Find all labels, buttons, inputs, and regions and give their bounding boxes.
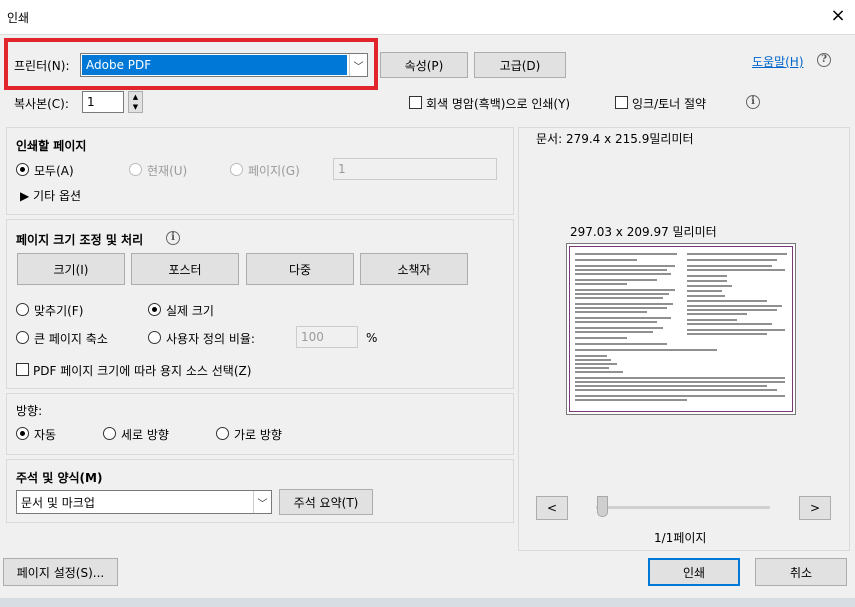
portrait-label: 세로 방향 — [121, 428, 169, 442]
chevron-down-icon[interactable]: ﹀ — [253, 491, 271, 513]
shrink-radio[interactable] — [16, 331, 29, 344]
printer-selected-value: Adobe PDF — [82, 55, 347, 75]
fit-radio[interactable] — [16, 303, 29, 316]
orientation-heading: 방향: — [16, 404, 43, 418]
advanced-button[interactable]: 고급(D) — [474, 52, 566, 78]
custom-scale-label: 사용자 정의 비율: — [166, 332, 255, 346]
scale-input[interactable]: 100 — [296, 326, 358, 348]
cancel-button[interactable]: 취소 — [755, 558, 847, 586]
save-ink-label: 잉크/토너 절약 — [632, 97, 707, 111]
landscape-label: 가로 방향 — [234, 428, 282, 442]
auto-orientation-label: 자동 — [34, 428, 57, 442]
current-page-radio[interactable] — [129, 163, 142, 176]
booklet-button[interactable]: 소책자 — [360, 253, 468, 285]
percent-label: % — [366, 331, 378, 345]
document-size-label: 문서: 279.4 x 215.9밀리미터 — [536, 132, 694, 146]
window-title: 인쇄 — [7, 11, 30, 25]
size-button[interactable]: 크기(I) — [17, 253, 125, 285]
paper-source-checkbox[interactable] — [16, 363, 29, 376]
window-bottom-edge — [0, 598, 855, 607]
summarize-comments-button[interactable]: 주석 요약(T) — [279, 489, 373, 515]
page-sizing-heading: 페이지 크기 조정 및 처리 — [16, 233, 144, 247]
properties-button[interactable]: 속성(P) — [380, 52, 468, 78]
pages-radio[interactable] — [230, 163, 243, 176]
print-button[interactable]: 인쇄 — [648, 558, 740, 586]
auto-orientation-radio[interactable] — [16, 427, 29, 440]
copies-stepper[interactable]: ▲ ▼ — [128, 91, 143, 113]
printer-select[interactable]: Adobe PDF ﹀ — [80, 53, 368, 77]
pages-range-input[interactable]: 1 — [333, 158, 497, 180]
comments-forms-value: 문서 및 마크업 — [21, 495, 95, 510]
all-pages-label: 모두(A) — [34, 164, 74, 178]
custom-scale-radio[interactable] — [148, 331, 161, 344]
pages-to-print-heading: 인쇄할 페이지 — [16, 139, 87, 153]
actual-size-label: 실제 크기 — [166, 304, 214, 318]
page-indicator: 1/1페이지 — [654, 531, 707, 545]
pages-label: 페이지(G) — [248, 164, 300, 178]
portrait-radio[interactable] — [103, 427, 116, 440]
paper-size-label: 297.03 x 209.97 밀리미터 — [570, 225, 717, 239]
grayscale-checkbox[interactable] — [409, 96, 422, 109]
info-icon[interactable]: i — [746, 95, 760, 109]
more-options-toggle[interactable]: ▶ 기타 옵션 — [20, 187, 81, 204]
paper-source-label: PDF 페이지 크기에 따라 용지 소스 선택(Z) — [33, 364, 252, 378]
orientation-panel — [6, 393, 514, 455]
grayscale-label: 회색 명암(흑백)으로 인쇄(Y) — [426, 97, 571, 111]
help-link[interactable]: 도움말(H) — [752, 53, 804, 70]
comments-forms-heading: 주석 및 양식(M) — [16, 471, 103, 485]
page-preview-content — [575, 253, 787, 401]
close-icon[interactable]: × — [826, 4, 850, 28]
previous-page-button[interactable]: < — [536, 496, 568, 520]
current-page-label: 현재(U) — [147, 164, 188, 178]
poster-button[interactable]: 포스터 — [131, 253, 239, 285]
multiple-button[interactable]: 다중 — [246, 253, 354, 285]
info-icon[interactable]: i — [166, 231, 180, 245]
title-bar: 인쇄 × — [0, 0, 855, 34]
page-setup-button[interactable]: 페이지 설정(S)... — [3, 558, 118, 586]
all-pages-radio[interactable] — [16, 163, 29, 176]
next-page-button[interactable]: > — [799, 496, 831, 520]
shrink-label: 큰 페이지 축소 — [34, 332, 108, 346]
save-ink-checkbox[interactable] — [615, 96, 628, 109]
printer-label: 프린터(N): — [14, 59, 70, 73]
help-icon[interactable]: ? — [817, 53, 831, 67]
actual-size-radio[interactable] — [148, 303, 161, 316]
landscape-radio[interactable] — [216, 427, 229, 440]
fit-label: 맞추기(F) — [34, 304, 84, 318]
chevron-down-icon[interactable]: ﹀ — [349, 54, 367, 76]
page-preview — [566, 243, 796, 415]
zoom-slider-track[interactable] — [596, 506, 770, 509]
copies-input[interactable]: 1 — [82, 91, 124, 113]
comments-forms-select[interactable]: 문서 및 마크업 ﹀ — [16, 490, 272, 514]
copies-label: 복사본(C): — [14, 97, 69, 111]
zoom-slider-thumb[interactable] — [597, 496, 608, 517]
